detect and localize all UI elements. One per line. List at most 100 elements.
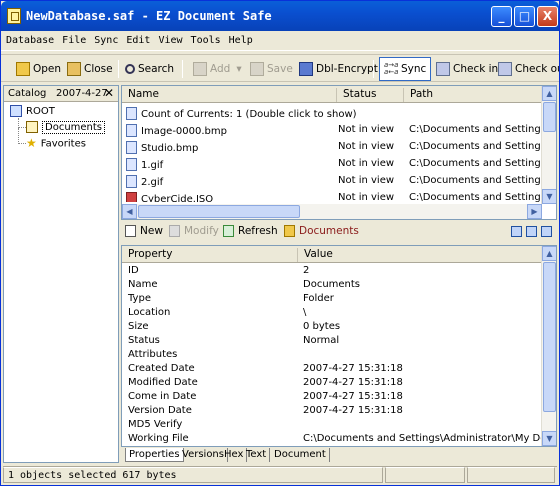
tree-node-root[interactable]: ROOT xyxy=(10,104,55,120)
check-out-icon xyxy=(498,62,512,76)
minimize-button[interactable]: _ xyxy=(491,6,512,27)
property-row[interactable]: Modified Date 2007-4-27 15:31:18 xyxy=(122,377,542,391)
property-value: Folder xyxy=(303,293,334,304)
tree-node-documents[interactable]: Documents xyxy=(26,120,106,136)
modify-icon xyxy=(169,225,180,237)
file-list-hscroll[interactable]: ◀ ▶ xyxy=(122,204,542,219)
scroll-thumb[interactable] xyxy=(138,205,300,218)
menu-help[interactable]: Help xyxy=(224,32,256,46)
menu-tools[interactable]: Tools xyxy=(186,32,224,46)
layout-icon[interactable] xyxy=(526,226,537,237)
menu-edit[interactable]: Edit xyxy=(121,32,153,46)
column-name[interactable]: Name xyxy=(122,88,159,102)
property-row[interactable]: MD5 Verify xyxy=(122,419,542,433)
file-row[interactable]: Count of Currents: 1 (Double click to sh… xyxy=(122,105,542,122)
tab-properties[interactable]: Properties xyxy=(125,448,184,462)
open-folder-icon xyxy=(16,62,30,76)
scroll-down-icon[interactable]: ▼ xyxy=(542,189,556,204)
tab-document[interactable]: Document xyxy=(271,448,330,462)
column-path[interactable]: Path xyxy=(403,88,543,102)
file-row[interactable]: Image-0000.bmp Not in view C:\Documents an… xyxy=(122,122,542,139)
save-button[interactable]: Save xyxy=(250,59,293,79)
property-row[interactable]: Status Normal xyxy=(122,335,542,349)
title-bar[interactable]: NewDatabase.saf - EZ Document Safe _ □ X xyxy=(1,1,559,31)
open-button[interactable]: Open xyxy=(16,59,61,79)
scroll-up-icon[interactable]: ▲ xyxy=(542,86,556,101)
property-row[interactable]: Type Folder xyxy=(122,293,542,307)
toolbar-separator xyxy=(118,60,119,78)
scroll-left-icon[interactable]: ◀ xyxy=(122,204,137,219)
property-key: Attributes xyxy=(128,349,178,360)
menu-sync[interactable]: Sync xyxy=(89,32,121,46)
property-value: 0 bytes xyxy=(303,321,341,332)
property-key: Version Date xyxy=(128,405,192,416)
maximize-button[interactable]: □ xyxy=(514,6,535,27)
column-value[interactable]: Value xyxy=(297,248,333,262)
tree-connector xyxy=(18,128,26,144)
check-in-icon xyxy=(436,62,450,76)
modify-button[interactable]: Modify xyxy=(169,225,219,237)
menu-file[interactable]: File xyxy=(57,32,89,46)
property-value: 2007-4-27 15:31:18 xyxy=(303,391,403,402)
scroll-right-icon[interactable]: ▶ xyxy=(527,204,542,219)
catalog-panel: Catalog 2007-4-27 ✕ ROOT Documents ★ Favo… xyxy=(3,85,119,463)
file-row[interactable]: 1.gif Not in view C:\Documents and Setting… xyxy=(122,156,542,173)
file-row[interactable]: 2.gif Not in view C:\Documents and Setting… xyxy=(122,173,542,190)
menu-view[interactable]: View xyxy=(153,32,185,46)
property-row[interactable]: Created Date 2007-4-27 15:31:18 xyxy=(122,363,542,377)
bmp-file-icon xyxy=(126,141,137,154)
close-button[interactable]: X xyxy=(537,6,558,27)
property-row[interactable]: Version Date 2007-4-27 15:31:18 xyxy=(122,405,542,419)
property-row[interactable]: Come in Date 2007-4-27 15:31:18 xyxy=(122,391,542,405)
search-button[interactable]: Search xyxy=(125,59,174,79)
add-button[interactable]: Add ▾ xyxy=(193,59,242,79)
properties-vscroll[interactable]: ▲ ▼ xyxy=(541,246,556,446)
property-row[interactable]: Size 0 bytes xyxy=(122,321,542,335)
file-row[interactable]: CyberCide.ISO Not in view C:\Documents and… xyxy=(122,190,542,202)
chevron-down-icon: ▾ xyxy=(236,63,242,75)
folder-icon xyxy=(26,121,38,133)
scroll-down-icon[interactable]: ▼ xyxy=(542,431,556,446)
star-icon: ★ xyxy=(26,136,37,150)
file-list-vscroll[interactable]: ▲ ▼ xyxy=(541,86,556,204)
close-icon[interactable]: ✕ xyxy=(104,86,114,100)
menu-database[interactable]: Database xyxy=(1,32,57,46)
dbl-encrypt-button[interactable]: Dbl-Encrypt xyxy=(299,59,378,79)
layout-icon[interactable] xyxy=(511,226,522,237)
menu-bar: Database File Sync Edit View Tools Help xyxy=(1,32,559,51)
property-value: Documents xyxy=(303,279,361,290)
file-row[interactable]: Studio.bmp Not in view C:\Documents and Se… xyxy=(122,139,542,156)
scroll-up-icon[interactable]: ▲ xyxy=(542,246,556,261)
check-in-button[interactable]: Check in xyxy=(436,59,498,79)
status-bar: 1 objects selected 617 bytes xyxy=(3,466,557,483)
column-status[interactable]: Status xyxy=(336,88,403,102)
tree-node-favorites[interactable]: ★ Favorites xyxy=(26,136,86,152)
property-row[interactable]: Attributes xyxy=(122,349,542,363)
property-row[interactable]: Location \ xyxy=(122,307,542,321)
scroll-thumb[interactable] xyxy=(543,102,556,132)
property-row[interactable]: Working File C:\Documents and Settings\Ad… xyxy=(122,433,542,446)
new-button[interactable]: New xyxy=(125,225,163,237)
app-window: NewDatabase.saf - EZ Document Safe _ □ X… xyxy=(0,0,560,486)
search-icon xyxy=(125,64,135,74)
properties-grid: Property Value ID 2 Name Documents Type Folde… xyxy=(121,245,557,447)
property-key: Modified Date xyxy=(128,377,198,388)
status-text: 1 objects selected 617 bytes xyxy=(3,467,383,483)
new-icon xyxy=(125,225,136,237)
refresh-button[interactable]: Refresh xyxy=(223,225,278,237)
close-db-button[interactable]: Close xyxy=(67,59,113,79)
scroll-thumb[interactable] xyxy=(543,262,556,412)
column-property[interactable]: Property xyxy=(122,248,172,262)
catalog-header: Catalog 2007-4-27 ✕ xyxy=(4,86,118,102)
expand-icon[interactable] xyxy=(541,226,552,237)
property-row[interactable]: ID 2 xyxy=(122,265,542,279)
tab-text[interactable]: Text xyxy=(243,448,271,462)
sync-button[interactable]: a→a a←a Sync xyxy=(379,57,432,81)
check-out-button[interactable]: Check ou xyxy=(498,59,559,79)
property-row[interactable]: Name Documents xyxy=(122,279,542,293)
encrypt-icon xyxy=(299,62,313,76)
sync-icon: a→a a←a xyxy=(384,61,399,76)
refresh-icon xyxy=(223,225,234,237)
property-key: MD5 Verify xyxy=(128,419,183,430)
property-value: \ xyxy=(303,307,307,318)
